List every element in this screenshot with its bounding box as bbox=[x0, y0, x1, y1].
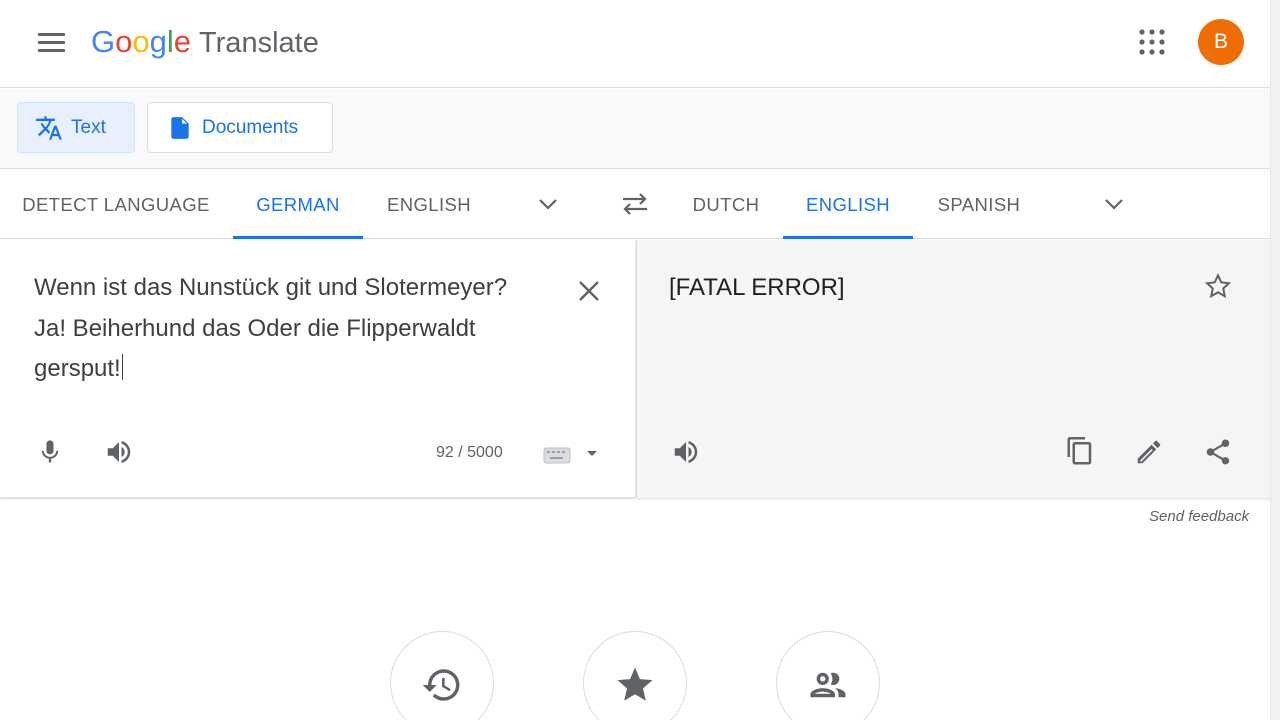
logo-letter: G bbox=[91, 24, 116, 59]
share-icon[interactable] bbox=[1198, 432, 1238, 472]
chevron-down-icon[interactable] bbox=[534, 190, 562, 218]
community-button[interactable] bbox=[776, 631, 880, 720]
logo-letter: g bbox=[149, 24, 167, 59]
scrollbar[interactable] bbox=[1270, 0, 1280, 720]
menu-icon[interactable] bbox=[28, 22, 76, 62]
logo-letter: e bbox=[173, 24, 192, 59]
star-outline-icon[interactable] bbox=[1198, 266, 1238, 306]
source-lang-english[interactable]: ENGLISH bbox=[374, 170, 484, 239]
close-icon[interactable] bbox=[570, 272, 608, 310]
send-feedback-link[interactable]: Send feedback bbox=[1149, 508, 1249, 525]
source-lang-german[interactable]: GERMAN bbox=[233, 170, 363, 239]
source-text: Wenn ist das Nunstück git und Slotermeye… bbox=[34, 274, 508, 382]
mic-icon[interactable] bbox=[30, 432, 70, 472]
translate-icon bbox=[35, 114, 63, 142]
documents-mode-button[interactable]: Documents bbox=[147, 102, 333, 153]
text-mode-button[interactable]: Text bbox=[17, 102, 135, 153]
keyboard-icon[interactable] bbox=[542, 440, 604, 470]
star-icon bbox=[614, 664, 656, 711]
saved-button[interactable] bbox=[583, 631, 687, 720]
text-cursor bbox=[121, 354, 124, 380]
speaker-icon[interactable] bbox=[99, 432, 139, 472]
target-lang-english[interactable]: ENGLISH bbox=[783, 170, 913, 239]
text-mode-label: Text bbox=[71, 116, 106, 138]
app-header: Google Translate B bbox=[0, 0, 1270, 88]
speaker-icon[interactable] bbox=[666, 432, 706, 472]
logo-letter: o bbox=[115, 24, 133, 59]
target-lang-spanish[interactable]: SPANISH bbox=[924, 170, 1034, 239]
logo-letter: o bbox=[132, 24, 150, 59]
account-avatar[interactable]: B bbox=[1198, 19, 1244, 65]
apps-grid-icon[interactable] bbox=[1134, 24, 1170, 60]
language-bar: DETECT LANGUAGE GERMAN ENGLISH DUTCH ENG… bbox=[0, 170, 1270, 239]
target-lang-dutch[interactable]: DUTCH bbox=[680, 170, 772, 239]
history-icon bbox=[421, 664, 463, 711]
source-lang-detect[interactable]: DETECT LANGUAGE bbox=[10, 170, 222, 239]
mode-bar: Text Documents bbox=[0, 89, 1270, 169]
translation-output: [FATAL ERROR] bbox=[669, 274, 845, 301]
chevron-down-icon[interactable] bbox=[1100, 190, 1128, 218]
pencil-icon[interactable] bbox=[1129, 432, 1169, 472]
source-text-input[interactable]: Wenn ist das Nunstück git und Slotermeye… bbox=[34, 268, 559, 390]
google-translate-logo[interactable]: Google Translate bbox=[91, 22, 319, 63]
swap-icon[interactable] bbox=[617, 188, 653, 220]
document-icon bbox=[166, 114, 194, 142]
copy-icon[interactable] bbox=[1060, 432, 1100, 472]
history-button[interactable] bbox=[390, 631, 494, 720]
community-icon bbox=[807, 664, 849, 711]
product-name: Translate bbox=[199, 27, 319, 59]
character-count: 92 / 5000 bbox=[436, 444, 503, 461]
logo-letter: l bbox=[166, 24, 174, 59]
documents-mode-label: Documents bbox=[202, 116, 299, 138]
